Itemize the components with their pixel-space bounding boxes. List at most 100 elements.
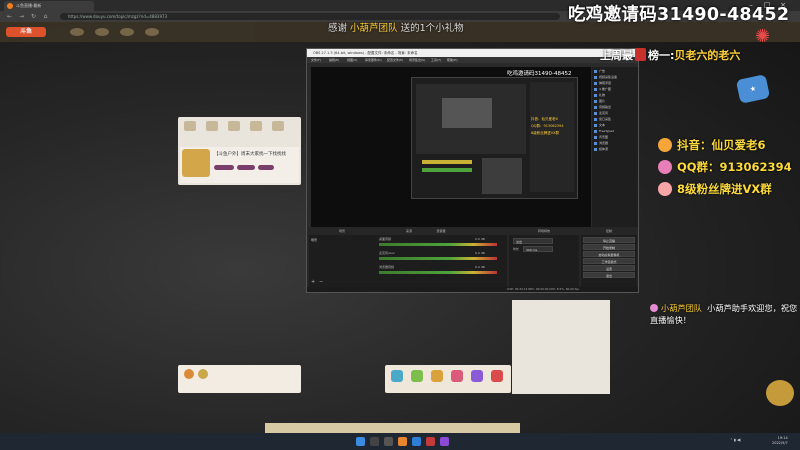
douyu-side-panel [512,300,610,394]
reload-icon[interactable]: ↻ [30,13,37,20]
source-item[interactable]: 媒体源 [594,147,636,152]
browser-tab-title: 斗鱼直播·最新 [16,3,42,8]
obs-preview[interactable]: 吃鸡邀请码31490-48452 抖音：仙贝爱老6 QQ群：913062394 … [311,67,591,239]
gift-item-icon[interactable] [471,370,483,382]
nav-icon[interactable] [95,28,109,36]
channel-logo [766,380,794,406]
transition-select[interactable]: 淡出 [513,238,553,244]
card-icon[interactable] [250,121,262,131]
exit-button[interactable]: 退出 [583,272,635,278]
source-type-icon [594,111,597,115]
virtual-camera-button[interactable]: 启动虚拟摄像机 [583,251,635,257]
obs-menu-item[interactable]: 配置文件(P) [387,58,403,62]
douyu-favicon-icon [7,3,13,9]
obs-menu-item[interactable]: 停靠部件(D) [365,58,382,62]
add-scene-icon[interactable]: + [311,279,315,285]
obs-menu-item[interactable]: 文件(F) [311,58,321,62]
douyin-icon [658,138,672,152]
card-title: 【斗鱼户外】周末大家找一下找找找 [214,152,286,157]
studio-mode-button[interactable]: 工作室模式 [583,258,635,264]
obs-menu-item[interactable]: 编辑(E) [329,58,339,62]
source-type-icon [594,99,597,103]
source-item[interactable]: 文本 [594,123,636,128]
source-item[interactable]: 视频采集设备 [594,75,636,80]
obs-menu-item[interactable]: 工具(T) [431,58,441,62]
source-type-icon [594,129,597,133]
duration-input[interactable]: 300 ms [523,246,553,252]
chat-input-area[interactable] [178,365,301,393]
card-icon[interactable] [206,121,218,131]
source-item[interactable]: 广告 [594,69,636,74]
controls-dock: 控制 停止直播 开始录制 启动虚拟摄像机 工作室模式 设置 退出 [581,229,637,287]
source-item[interactable]: 背景图 [594,135,636,140]
desk-strip [265,423,520,433]
card-icon[interactable] [184,121,196,131]
promo-badge-icon: ★ [735,74,771,104]
source-item[interactable]: 麦克风 [594,111,636,116]
search-icon[interactable] [370,437,379,446]
source-item[interactable]: 图片 [594,99,636,104]
tray-icons[interactable]: ⌃ ▮ ◀) [730,438,741,442]
nested-preview [411,77,578,199]
obs-menu-item[interactable]: 视图(V) [347,58,357,62]
scene-item[interactable]: 场景 [311,238,317,242]
source-item[interactable]: 浏览器 [594,141,636,146]
start-recording-button[interactable]: 开始录制 [583,244,635,250]
obs-sources-list: 广告 视频采集设备 弹幕浮层 4 推广图 礼物 图片 音频输出 麦克风 窗口采集… [592,67,638,239]
system-clock[interactable]: 19:14 2022/5/7 [772,436,788,446]
gift-item-icon[interactable] [431,370,443,382]
stop-streaming-button[interactable]: 停止直播 [583,237,635,243]
gift-item-icon[interactable] [451,370,463,382]
gift-item-icon[interactable] [411,370,423,382]
nav-icon[interactable] [145,28,159,36]
nav-icon[interactable] [70,28,84,36]
nested-window [442,98,492,128]
duration-label: 时长 [513,247,520,251]
source-item[interactable]: 4 推广图 [594,87,636,92]
obs-menu-item[interactable]: 场景集合(S) [409,58,425,62]
promo-line: 抖音：仙贝爱老6 [658,137,766,153]
url-input[interactable]: https://www.douyu.com/topic/mzgz?rid=488… [60,13,560,20]
app-icon[interactable] [412,437,421,446]
nested-window [482,158,522,194]
nested-promo: QQ群：913062394 [531,124,564,128]
settings-button[interactable]: 设置 [583,265,635,271]
source-item[interactable]: 礼物 [594,93,636,98]
promo-line: 8级粉丝牌进VX群 [658,181,772,197]
source-item[interactable]: 窗口采集 [594,117,636,122]
card-icon[interactable] [228,121,240,131]
task-view-icon[interactable] [384,437,393,446]
fan-badge-icon [658,182,672,196]
gift-icon[interactable] [198,369,208,379]
card-icon[interactable] [272,121,284,131]
weekly-top-overlay: 上周最 榜一:贝老六的老六 [600,48,741,62]
tag-pill[interactable] [258,165,274,170]
nested-promo: 抖音：仙贝爱老6 [531,117,558,121]
forward-icon[interactable]: → [18,13,25,20]
douyu-logo[interactable]: 斗鱼 [6,27,46,37]
source-item[interactable]: FreeType2 [594,129,636,134]
mixer-value: 0.0 dB [475,265,485,269]
promo-line: QQ群：913062394 [658,159,792,175]
gift-item-icon[interactable] [391,370,403,382]
nav-icon[interactable] [120,28,134,36]
gift-icon[interactable] [184,369,194,379]
source-item[interactable]: 音频输出 [594,105,636,110]
tag-pill[interactable] [237,165,255,170]
browser-tab[interactable]: 斗鱼直播·最新 [4,1,94,11]
start-icon[interactable] [356,437,365,446]
remove-scene-icon[interactable]: − [319,279,323,285]
gift-item-icon[interactable] [491,370,503,382]
browser-icon[interactable] [398,437,407,446]
tag-pill[interactable] [214,165,234,170]
dock-header: 混音器 [436,229,446,233]
home-icon[interactable]: ⌂ [42,13,49,20]
obs-icon[interactable] [426,437,435,446]
mixer-label: 浏览器音频 [379,265,395,269]
back-icon[interactable]: ← [6,13,13,20]
source-item[interactable]: 弹幕浮层 [594,81,636,86]
app-icon[interactable] [440,437,449,446]
streamer-avatar[interactable] [182,149,210,177]
source-type-icon [594,135,597,139]
obs-menu-item[interactable]: 帮助(H) [447,58,458,62]
